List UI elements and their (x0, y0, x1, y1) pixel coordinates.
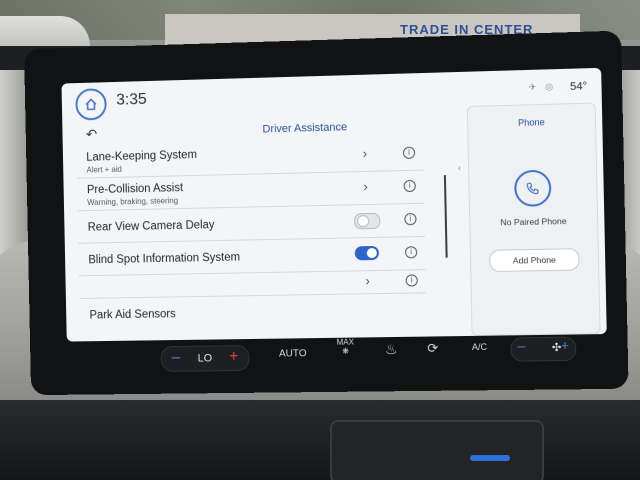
info-icon[interactable]: i (404, 246, 418, 259)
add-phone-button[interactable]: Add Phone (489, 248, 580, 273)
toggle-knob (357, 214, 370, 228)
chevron-right-icon: › (363, 178, 368, 195)
park-aid-row[interactable]: Park Aid Sensors (79, 293, 426, 330)
photo-scene: TRADE IN CENTER 3:35 ✈ ◎ 54° ↶ Driver As… (0, 0, 640, 480)
phone-status: No Paired Phone (500, 215, 567, 228)
status-icons: ✈ ◎ (528, 81, 557, 93)
blind-spot-toggle[interactable] (354, 245, 380, 261)
info-icon[interactable]: i (403, 179, 416, 193)
infotainment-screen: 3:35 ✈ ◎ 54° ↶ Driver Assistance Lane-Ke… (61, 67, 607, 342)
recirculate-icon: ⟳ (427, 340, 439, 356)
seat-heat-icon: ♨ (384, 340, 398, 358)
home-button[interactable] (75, 88, 107, 121)
row-label: Park Aid Sensors (89, 308, 176, 322)
page-title: Driver Assistance (262, 121, 348, 136)
temp-up-button[interactable]: + (229, 348, 239, 366)
heated-seat-button[interactable]: ♨ (385, 341, 398, 358)
driver-assistance-panel: ↶ Driver Assistance Lane-Keeping System … (76, 113, 448, 341)
defrost-icon: ❋ (342, 346, 349, 356)
info-icon[interactable]: i (404, 212, 417, 226)
card-handle-icon: ‹ (457, 162, 462, 173)
row-sublabel: Alert + aid (86, 164, 122, 175)
info-icon[interactable]: i (405, 274, 418, 287)
auto-button[interactable]: AUTO (279, 348, 307, 359)
row-sublabel: Warning, braking, steering (87, 196, 179, 208)
settings-list: Lane-Keeping System Alert + aid › i Pre-… (76, 137, 427, 330)
fan-up-button[interactable]: + (561, 338, 569, 353)
fan-icon: ✣ (551, 341, 562, 355)
max-defrost-button[interactable]: MAX ❋ (337, 338, 355, 356)
max-label: MAX (336, 337, 355, 347)
climate-bar: – LO + AUTO MAX ❋ ♨ ⟳ A/C – ✣ + (67, 336, 608, 385)
rear-camera-delay-toggle[interactable] (353, 212, 381, 230)
row-label: Rear View Camera Delay (87, 219, 215, 234)
display-bezel: 3:35 ✈ ◎ 54° ↶ Driver Assistance Lane-Ke… (24, 30, 629, 396)
phone-card-title: Phone (517, 117, 545, 128)
clock: 3:35 (116, 90, 147, 109)
back-arrow-icon[interactable]: ↶ (86, 126, 98, 143)
toggle-knob (366, 247, 377, 259)
fan-control: – ✣ + (510, 336, 577, 362)
vent-light (470, 455, 510, 461)
recirculate-button[interactable]: ⟳ (427, 340, 438, 356)
ac-button[interactable]: A/C (472, 342, 487, 352)
row-label: Pre-Collision Assist (86, 182, 184, 197)
phone-icon[interactable] (513, 169, 552, 207)
row-label: Lane-Keeping System (86, 149, 198, 164)
row-label: Blind Spot Information System (88, 251, 241, 267)
dashboard-lower (0, 400, 640, 480)
handset-icon (525, 181, 540, 195)
outside-temperature: 54° (569, 80, 588, 94)
chevron-right-icon: › (365, 273, 370, 289)
home-icon (84, 97, 98, 111)
air-vent (330, 420, 544, 480)
chevron-right-icon: › (362, 145, 368, 161)
scrollbar[interactable] (443, 175, 448, 258)
temperature-control: – LO + (160, 345, 250, 372)
phone-card: Phone No Paired Phone Add Phone (466, 102, 601, 336)
info-icon[interactable]: i (402, 146, 416, 160)
